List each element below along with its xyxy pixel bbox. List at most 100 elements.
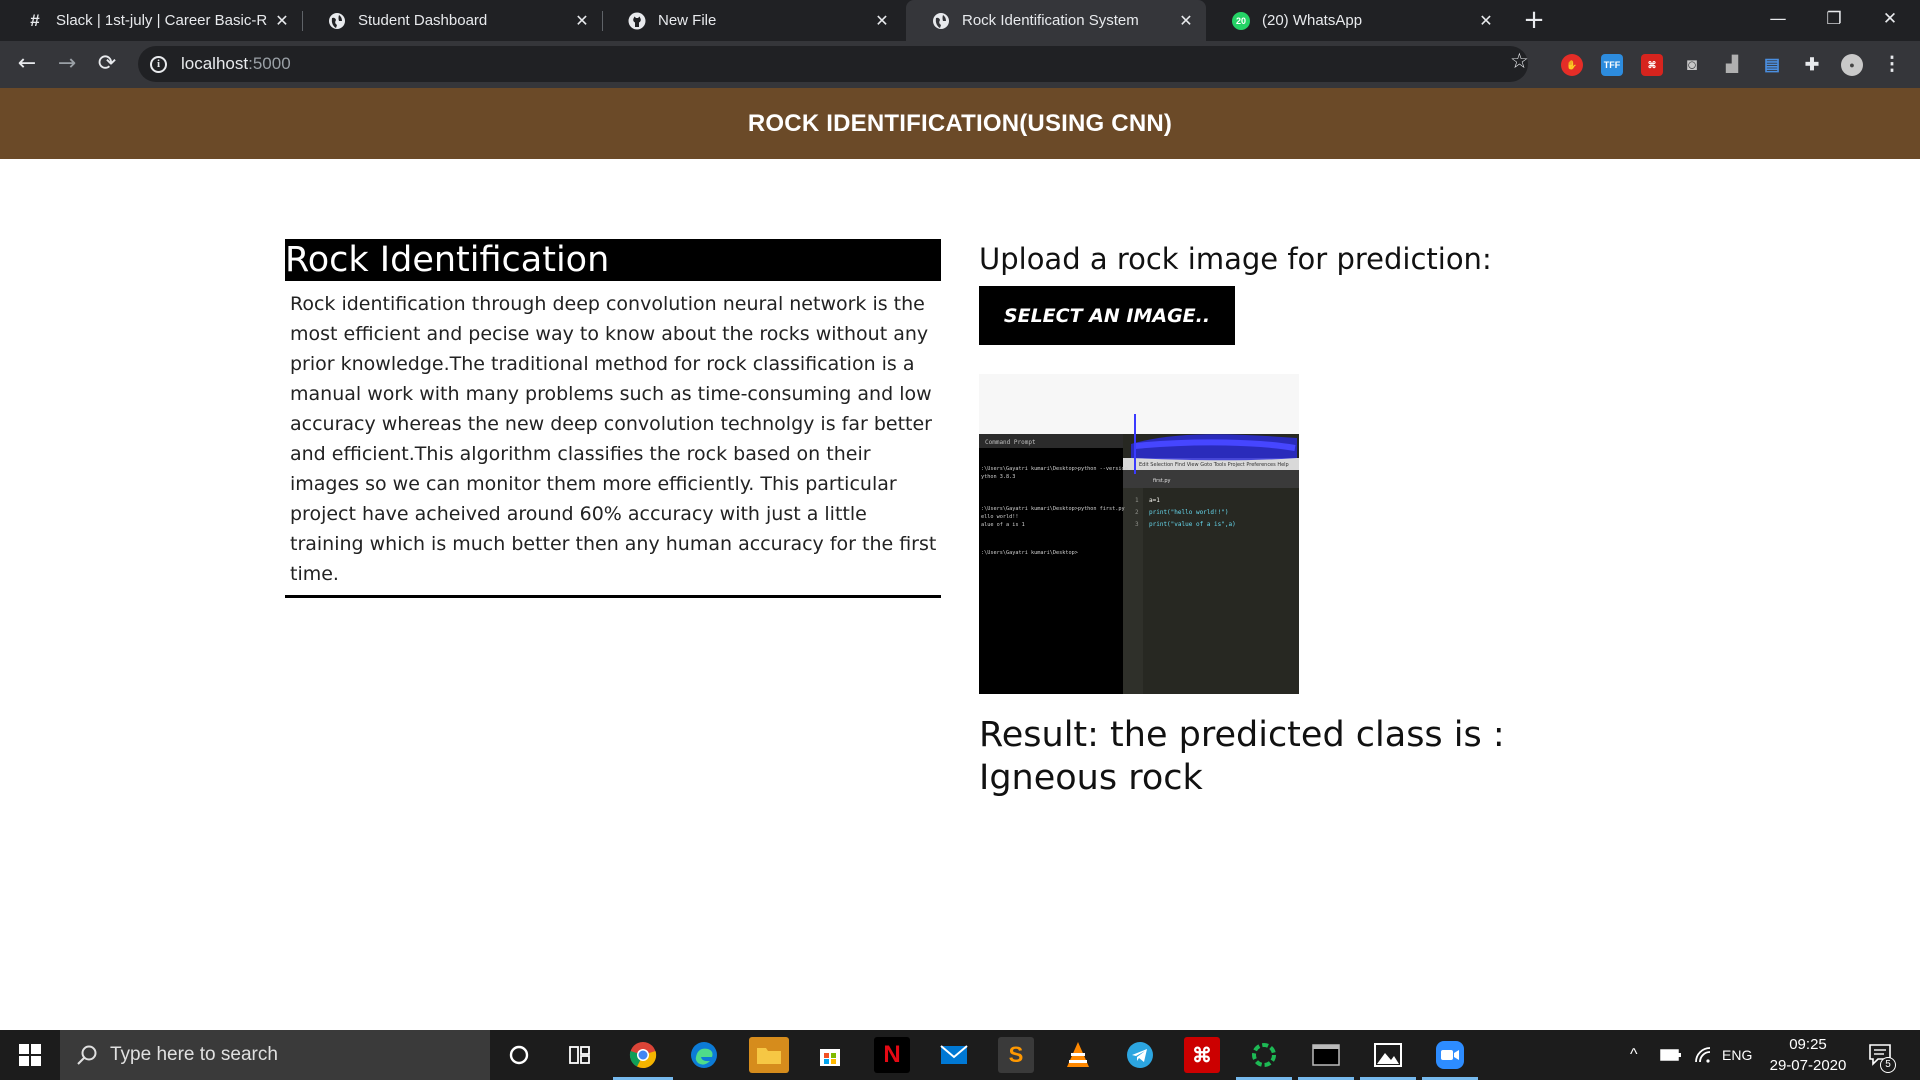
notes-icon[interactable]: ▤ [1761,54,1783,76]
preview-screenshot: Command Prompt :\Users\Gayatri kumari\De… [979,374,1299,694]
close-icon[interactable]: ✕ [868,11,896,31]
zoom-icon[interactable] [1432,1037,1468,1073]
prediction-result: Result: the predicted class is : Igneous… [979,715,1505,798]
close-icon[interactable]: ✕ [268,11,296,31]
tray-chevron-icon[interactable]: ^ [1630,1030,1638,1080]
notifications-icon[interactable]: 5 [1868,1030,1896,1080]
terminal-line: :\Users\Gayatri kumari\Desktop>python fi… [981,506,1125,512]
editor-line-number: 2 [1135,509,1139,516]
new-tab-button[interactable]: + [1518,4,1550,36]
sublime-icon[interactable]: S [998,1037,1034,1073]
upload-panel: Upload a rock image for prediction: SELE… [979,238,1619,798]
task-view-icon[interactable] [562,1037,598,1073]
about-title: Rock Identification [285,239,941,281]
upload-label: Upload a rock image for prediction: [979,242,1492,276]
about-description: Rock identification through deep convolu… [285,281,941,598]
tab-student-dashboard[interactable]: Student Dashboard ✕ [302,0,603,41]
wifi-icon[interactable] [1694,1030,1714,1080]
stop-icon[interactable]: ✋ [1561,54,1583,76]
globe-icon [328,12,346,30]
tab-slack[interactable]: # Slack | 1st-july | Career Basic-RSIP ✕ [0,0,303,41]
terminal-line: :\Users\Gayatri kumari\Desktop>python --… [981,466,1128,472]
slack-icon: # [30,10,40,30]
camera-icon[interactable]: ◙ [1681,54,1703,76]
loader-icon[interactable] [1246,1037,1282,1073]
editor-menu: Edit Selection Find View Goto Tools Proj… [1139,462,1289,468]
telegram-icon[interactable] [1122,1037,1158,1073]
tab-title: Rock Identification System [962,12,1139,29]
puzzle-icon[interactable]: ✚ [1801,54,1823,76]
terminal-line: ello world!! [981,514,1018,520]
browser-tab-strip: # Slack | 1st-july | Career Basic-RSIP ✕… [0,0,1920,41]
terminal-line: ython 3.8.3 [981,474,1015,480]
reload-button[interactable]: ⟳ [90,47,124,81]
github-icon [628,12,646,30]
browser-toolbar: ← → ⟳ i localhost :5000 ☆ ✋ TFF ⌘ ◙ ▟ ▤ … [0,41,1920,88]
tab-title: New File [658,12,717,29]
editor-code-line: print("value of a is",a) [1149,521,1236,528]
terminal-title: Command Prompt [985,439,1036,446]
notification-count: 5 [1880,1057,1896,1073]
netflix-icon[interactable]: N [874,1037,910,1073]
url-port: :5000 [248,54,291,73]
tff-icon[interactable]: TFF [1601,54,1623,76]
chart-icon[interactable]: ▟ [1721,54,1743,76]
photos-icon[interactable] [1370,1037,1406,1073]
url-host: localhost [181,54,249,73]
forward-button[interactable]: → [50,47,84,81]
uploaded-image-preview: Command Prompt :\Users\Gayatri kumari\De… [979,374,1299,694]
menu-icon[interactable]: ⋮ [1881,54,1903,76]
editor-line-number: 3 [1135,521,1139,528]
restore-button[interactable]: ❐ [1806,0,1862,41]
vlc-icon[interactable] [1060,1037,1096,1073]
profile-avatar[interactable]: ● [1841,54,1863,76]
search-placeholder: Type here to search [110,1044,278,1065]
battery-icon[interactable] [1660,1030,1682,1080]
tab-title: Student Dashboard [358,12,488,29]
page-header: ROCK IDENTIFICATION(USING CNN) [0,88,1920,159]
search-icon [77,1045,97,1065]
editor-line-number: 1 [1135,497,1139,504]
windows-taskbar: Type here to search N S ⌘ ^ ENG 09:25 29… [0,1030,1920,1080]
store-icon[interactable] [812,1037,848,1073]
clock-time: 09:25 [1789,1036,1827,1053]
windows-logo-icon [19,1044,41,1066]
terminal-icon[interactable] [1308,1037,1344,1073]
about-panel: Rock Identification Rock identification … [285,239,941,598]
clock-date: 29-07-2020 [1769,1057,1847,1074]
editor-tab: first.py [1153,478,1171,484]
terminal-line: alue of a is 1 [981,522,1025,528]
close-icon[interactable]: ✕ [1172,11,1200,31]
globe-icon [932,12,950,30]
cortana-icon[interactable] [501,1037,537,1073]
bookmark-star-icon[interactable]: ☆ [1510,49,1529,73]
language-indicator[interactable]: ENG [1722,1030,1752,1080]
address-bar[interactable]: i localhost :5000 [138,46,1528,82]
minimize-button[interactable]: — [1750,0,1806,41]
system-clock[interactable]: 09:25 29-07-2020 [1760,1034,1856,1076]
site-info-icon[interactable]: i [150,55,167,73]
file-explorer-icon[interactable] [749,1037,789,1073]
chrome-icon[interactable] [625,1037,661,1073]
page-title: ROCK IDENTIFICATION(USING CNN) [747,109,1173,137]
close-icon[interactable]: ✕ [568,11,596,31]
mail-icon[interactable] [936,1037,972,1073]
window-close-button[interactable]: ✕ [1862,0,1918,41]
tab-title: Slack | 1st-july | Career Basic-RSIP [56,12,268,29]
start-button[interactable] [0,1030,60,1080]
whatsapp-icon: 20 [1232,11,1250,30]
tab-whatsapp[interactable]: 20 (20) WhatsApp ✕ [1206,0,1506,41]
back-button[interactable]: ← [10,47,44,81]
editor-code-line: print("hello world!!") [1149,509,1228,516]
tab-new-file[interactable]: New File ✕ [602,0,902,41]
close-icon[interactable]: ✕ [1472,11,1500,31]
pdf-icon[interactable]: ⌘ [1641,54,1663,76]
edge-icon[interactable] [686,1037,722,1073]
editor-code-line: a=1 [1149,497,1160,504]
taskbar-search[interactable]: Type here to search [60,1030,490,1080]
tab-title: (20) WhatsApp [1262,12,1363,29]
select-image-button[interactable]: SELECT AN IMAGE.. [979,286,1235,345]
tab-rock-identification[interactable]: Rock Identification System ✕ [906,0,1206,41]
terminal-line: :\Users\Gayatri kumari\Desktop> [981,550,1078,556]
acrobat-icon[interactable]: ⌘ [1184,1037,1220,1073]
